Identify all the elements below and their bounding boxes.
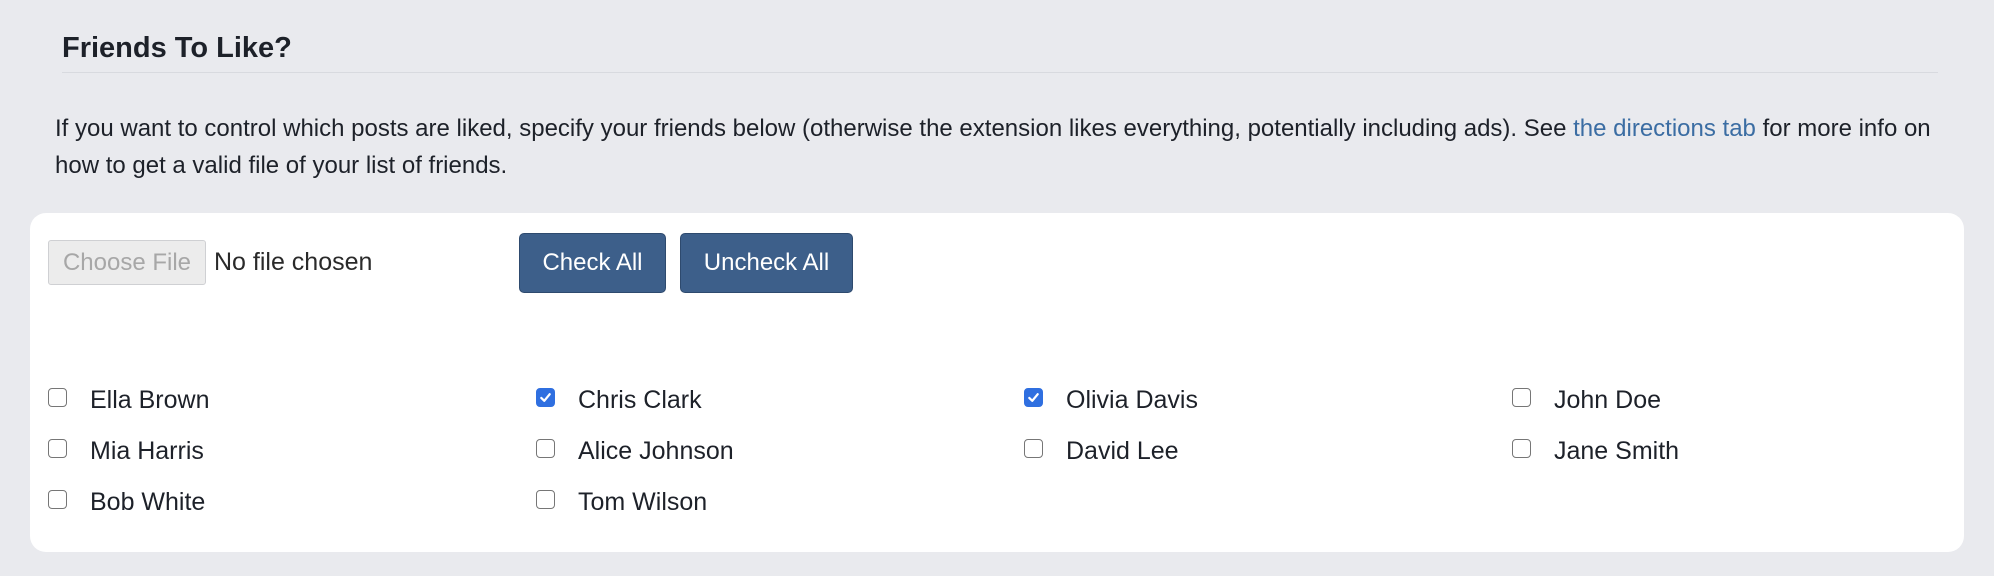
friend-checkbox[interactable] [536, 490, 555, 509]
section-title: Friends To Like? [62, 32, 292, 64]
friend-name: Mia Harris [90, 437, 204, 465]
friend-checkbox[interactable] [536, 439, 555, 458]
directions-tab-link[interactable]: the directions tab [1573, 115, 1756, 142]
friend-item[interactable]: Chris Clark [536, 375, 1024, 426]
friend-checkbox[interactable] [536, 388, 555, 407]
intro-text-before: If you want to control which posts are l… [55, 115, 1574, 142]
friend-item[interactable]: Bob White [48, 477, 536, 528]
friend-name: David Lee [1066, 437, 1179, 465]
choose-file-button[interactable]: Choose File [48, 240, 206, 285]
friend-name: Bob White [90, 488, 206, 516]
intro-paragraph: If you want to control which posts are l… [55, 110, 1935, 184]
checkmark-icon [1028, 393, 1039, 402]
friend-item[interactable]: Olivia Davis [1024, 375, 1512, 426]
friend-checkbox[interactable] [48, 439, 67, 458]
friend-item[interactable]: David Lee [1024, 426, 1512, 477]
uncheck-all-button[interactable]: Uncheck All [680, 233, 853, 293]
friend-name: Ella Brown [90, 386, 210, 414]
friend-name: Chris Clark [578, 386, 702, 414]
friend-checkbox[interactable] [1512, 439, 1531, 458]
section-header: Friends To Like? [62, 24, 1938, 73]
friend-item[interactable]: Tom Wilson [536, 477, 1024, 528]
friend-item[interactable]: Alice Johnson [536, 426, 1024, 477]
friend-name: Olivia Davis [1066, 386, 1198, 414]
friend-checkbox[interactable] [1512, 388, 1531, 407]
friend-checkbox[interactable] [1024, 439, 1043, 458]
friend-name: Jane Smith [1554, 437, 1680, 465]
friend-name: John Doe [1554, 386, 1662, 414]
friend-item[interactable]: John Doe [1512, 375, 1948, 426]
checkmark-icon [540, 393, 551, 402]
friend-checkbox[interactable] [1024, 388, 1043, 407]
friend-name: Alice Johnson [578, 437, 734, 465]
friend-item[interactable]: Mia Harris [48, 426, 536, 477]
friend-checkbox[interactable] [48, 388, 67, 407]
friends-card: Choose File No file chosen Check All Unc… [30, 213, 1964, 552]
friend-checkbox[interactable] [48, 490, 67, 509]
friend-item[interactable]: Ella Brown [48, 375, 536, 426]
friends-list: Ella Brown Chris Clark Olivia Davis John… [48, 375, 1948, 528]
friend-name: Tom Wilson [578, 488, 708, 516]
check-all-button[interactable]: Check All [519, 233, 666, 293]
file-status-text: No file chosen [214, 248, 373, 276]
friend-item[interactable]: Jane Smith [1512, 426, 1948, 477]
